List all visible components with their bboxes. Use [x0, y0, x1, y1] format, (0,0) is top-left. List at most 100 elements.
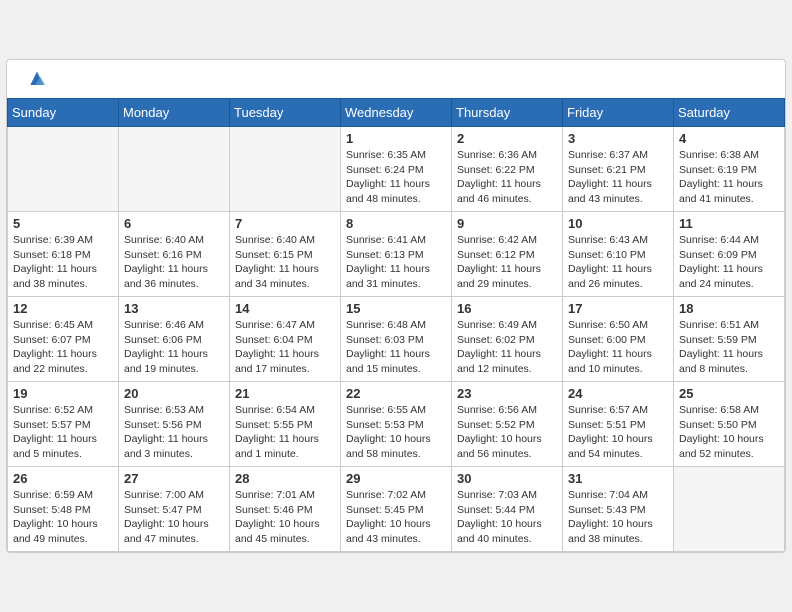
week-row-3: 12Sunrise: 6:45 AM Sunset: 6:07 PM Dayli… — [8, 297, 785, 382]
calendar-header — [7, 60, 785, 98]
day-number: 7 — [235, 216, 335, 231]
day-info: Sunrise: 6:51 AM Sunset: 5:59 PM Dayligh… — [679, 318, 779, 377]
day-info: Sunrise: 6:54 AM Sunset: 5:55 PM Dayligh… — [235, 403, 335, 462]
day-number: 25 — [679, 386, 779, 401]
day-info: Sunrise: 6:35 AM Sunset: 6:24 PM Dayligh… — [346, 148, 446, 207]
calendar-cell: 18 Sunrise: 6:51 AM Sunset: 5:59 PM Dayli… — [674, 297, 785, 382]
day-number: 17 — [568, 301, 668, 316]
day-number: 28 — [235, 471, 335, 486]
logo — [27, 70, 51, 90]
day-info: Sunrise: 6:48 AM Sunset: 6:03 PM Dayligh… — [346, 318, 446, 377]
weekday-header-row: SundayMondayTuesdayWednesdayThursdayFrid… — [8, 99, 785, 127]
calendar-cell: 6Sunrise: 6:40 AM Sunset: 6:16 PM Daylig… — [119, 212, 230, 297]
day-info: Sunrise: 6:55 AM Sunset: 5:53 PM Dayligh… — [346, 403, 446, 462]
calendar-cell: 2Sunrise: 6:36 AM Sunset: 6:22 PM Daylig… — [452, 127, 563, 212]
day-info: Sunrise: 6:52 AM Sunset: 5:57 PM Dayligh… — [13, 403, 113, 462]
day-number: 24 — [568, 386, 668, 401]
day-info: Sunrise: 7:00 AM Sunset: 5:47 PM Dayligh… — [124, 488, 224, 547]
week-row-2: 5Sunrise: 6:39 AM Sunset: 6:18 PM Daylig… — [8, 212, 785, 297]
day-info: Sunrise: 6:59 AM Sunset: 5:48 PM Dayligh… — [13, 488, 113, 547]
calendar-cell — [119, 127, 230, 212]
day-number: 18 — [679, 301, 779, 316]
day-info: Sunrise: 7:02 AM Sunset: 5:45 PM Dayligh… — [346, 488, 446, 547]
calendar-cell: 25Sunrise: 6:58 AM Sunset: 5:50 PM Dayli… — [674, 382, 785, 467]
week-row-4: 19 Sunrise: 6:52 AM Sunset: 5:57 PM Dayli… — [8, 382, 785, 467]
calendar-cell: 14 Sunrise: 6:47 AM Sunset: 6:04 PM Dayli… — [230, 297, 341, 382]
day-info: Sunrise: 6:37 AM Sunset: 6:21 PM Dayligh… — [568, 148, 668, 207]
day-number: 5 — [13, 216, 113, 231]
calendar-cell: 31Sunrise: 7:04 AM Sunset: 5:43 PM Dayli… — [563, 467, 674, 552]
day-number: 30 — [457, 471, 557, 486]
day-number: 15 — [346, 301, 446, 316]
day-number: 23 — [457, 386, 557, 401]
calendar-cell: 13 Sunrise: 6:46 AM Sunset: 6:06 PM Dayli… — [119, 297, 230, 382]
day-info: Sunrise: 6:44 AM Sunset: 6:09 PM Dayligh… — [679, 233, 779, 292]
calendar-cell: 19 Sunrise: 6:52 AM Sunset: 5:57 PM Dayli… — [8, 382, 119, 467]
calendar-cell: 28 Sunrise: 7:01 AM Sunset: 5:46 PM Dayli… — [230, 467, 341, 552]
calendar-cell: 27 Sunrise: 7:00 AM Sunset: 5:47 PM Dayli… — [119, 467, 230, 552]
day-info: Sunrise: 6:57 AM Sunset: 5:51 PM Dayligh… — [568, 403, 668, 462]
calendar-cell: 9 Sunrise: 6:42 AM Sunset: 6:12 PM Daylig… — [452, 212, 563, 297]
calendar-cell: 20 Sunrise: 6:53 AM Sunset: 5:56 PM Dayli… — [119, 382, 230, 467]
calendar-cell: 24 Sunrise: 6:57 AM Sunset: 5:51 PM Dayli… — [563, 382, 674, 467]
calendar-cell: 26 Sunrise: 6:59 AM Sunset: 5:48 PM Dayli… — [8, 467, 119, 552]
day-number: 27 — [124, 471, 224, 486]
day-info: Sunrise: 7:01 AM Sunset: 5:46 PM Dayligh… — [235, 488, 335, 547]
weekday-header-wednesday: Wednesday — [341, 99, 452, 127]
day-number: 20 — [124, 386, 224, 401]
logo-icon — [27, 70, 47, 90]
day-info: Sunrise: 6:41 AM Sunset: 6:13 PM Dayligh… — [346, 233, 446, 292]
calendar-cell: 10 Sunrise: 6:43 AM Sunset: 6:10 PM Dayli… — [563, 212, 674, 297]
calendar-cell: 1Sunrise: 6:35 AM Sunset: 6:24 PM Daylig… — [341, 127, 452, 212]
weekday-header-sunday: Sunday — [8, 99, 119, 127]
day-number: 14 — [235, 301, 335, 316]
calendar-cell — [8, 127, 119, 212]
calendar-cell: 4 Sunrise: 6:38 AM Sunset: 6:19 PM Daylig… — [674, 127, 785, 212]
day-number: 13 — [124, 301, 224, 316]
calendar-cell: 17 Sunrise: 6:50 AM Sunset: 6:00 PM Dayli… — [563, 297, 674, 382]
day-info: Sunrise: 6:46 AM Sunset: 6:06 PM Dayligh… — [124, 318, 224, 377]
day-info: Sunrise: 6:53 AM Sunset: 5:56 PM Dayligh… — [124, 403, 224, 462]
calendar-cell: 8 Sunrise: 6:41 AM Sunset: 6:13 PM Daylig… — [341, 212, 452, 297]
calendar-cell — [230, 127, 341, 212]
day-number: 2 — [457, 131, 557, 146]
day-number: 22 — [346, 386, 446, 401]
day-number: 29 — [346, 471, 446, 486]
day-number: 6 — [124, 216, 224, 231]
weekday-header-thursday: Thursday — [452, 99, 563, 127]
weekday-header-tuesday: Tuesday — [230, 99, 341, 127]
day-number: 21 — [235, 386, 335, 401]
day-number: 4 — [679, 131, 779, 146]
day-info: Sunrise: 6:49 AM Sunset: 6:02 PM Dayligh… — [457, 318, 557, 377]
day-info: Sunrise: 6:47 AM Sunset: 6:04 PM Dayligh… — [235, 318, 335, 377]
calendar-cell: 29 Sunrise: 7:02 AM Sunset: 5:45 PM Dayli… — [341, 467, 452, 552]
day-info: Sunrise: 6:40 AM Sunset: 6:15 PM Dayligh… — [235, 233, 335, 292]
calendar-cell — [674, 467, 785, 552]
day-number: 8 — [346, 216, 446, 231]
day-info: Sunrise: 7:03 AM Sunset: 5:44 PM Dayligh… — [457, 488, 557, 547]
calendar-cell: 16Sunrise: 6:49 AM Sunset: 6:02 PM Dayli… — [452, 297, 563, 382]
week-row-5: 26 Sunrise: 6:59 AM Sunset: 5:48 PM Dayli… — [8, 467, 785, 552]
calendar-cell: 22 Sunrise: 6:55 AM Sunset: 5:53 PM Dayli… — [341, 382, 452, 467]
day-info: Sunrise: 6:50 AM Sunset: 6:00 PM Dayligh… — [568, 318, 668, 377]
day-number: 12 — [13, 301, 113, 316]
calendar-cell: 5Sunrise: 6:39 AM Sunset: 6:18 PM Daylig… — [8, 212, 119, 297]
calendar-cell: 23 Sunrise: 6:56 AM Sunset: 5:52 PM Dayli… — [452, 382, 563, 467]
day-info: Sunrise: 6:42 AM Sunset: 6:12 PM Dayligh… — [457, 233, 557, 292]
calendar-cell: 3 Sunrise: 6:37 AM Sunset: 6:21 PM Daylig… — [563, 127, 674, 212]
calendar-grid: SundayMondayTuesdayWednesdayThursdayFrid… — [7, 98, 785, 552]
calendar-cell: 11Sunrise: 6:44 AM Sunset: 6:09 PM Dayli… — [674, 212, 785, 297]
calendar-cell: 21 Sunrise: 6:54 AM Sunset: 5:55 PM Dayli… — [230, 382, 341, 467]
day-number: 19 — [13, 386, 113, 401]
day-info: Sunrise: 6:38 AM Sunset: 6:19 PM Dayligh… — [679, 148, 779, 207]
calendar-cell: 7 Sunrise: 6:40 AM Sunset: 6:15 PM Daylig… — [230, 212, 341, 297]
day-info: Sunrise: 6:43 AM Sunset: 6:10 PM Dayligh… — [568, 233, 668, 292]
calendar-cell: 12Sunrise: 6:45 AM Sunset: 6:07 PM Dayli… — [8, 297, 119, 382]
day-number: 26 — [13, 471, 113, 486]
calendar-container: SundayMondayTuesdayWednesdayThursdayFrid… — [6, 59, 786, 553]
day-number: 3 — [568, 131, 668, 146]
day-number: 10 — [568, 216, 668, 231]
day-info: Sunrise: 6:56 AM Sunset: 5:52 PM Dayligh… — [457, 403, 557, 462]
day-number: 9 — [457, 216, 557, 231]
day-info: Sunrise: 7:04 AM Sunset: 5:43 PM Dayligh… — [568, 488, 668, 547]
